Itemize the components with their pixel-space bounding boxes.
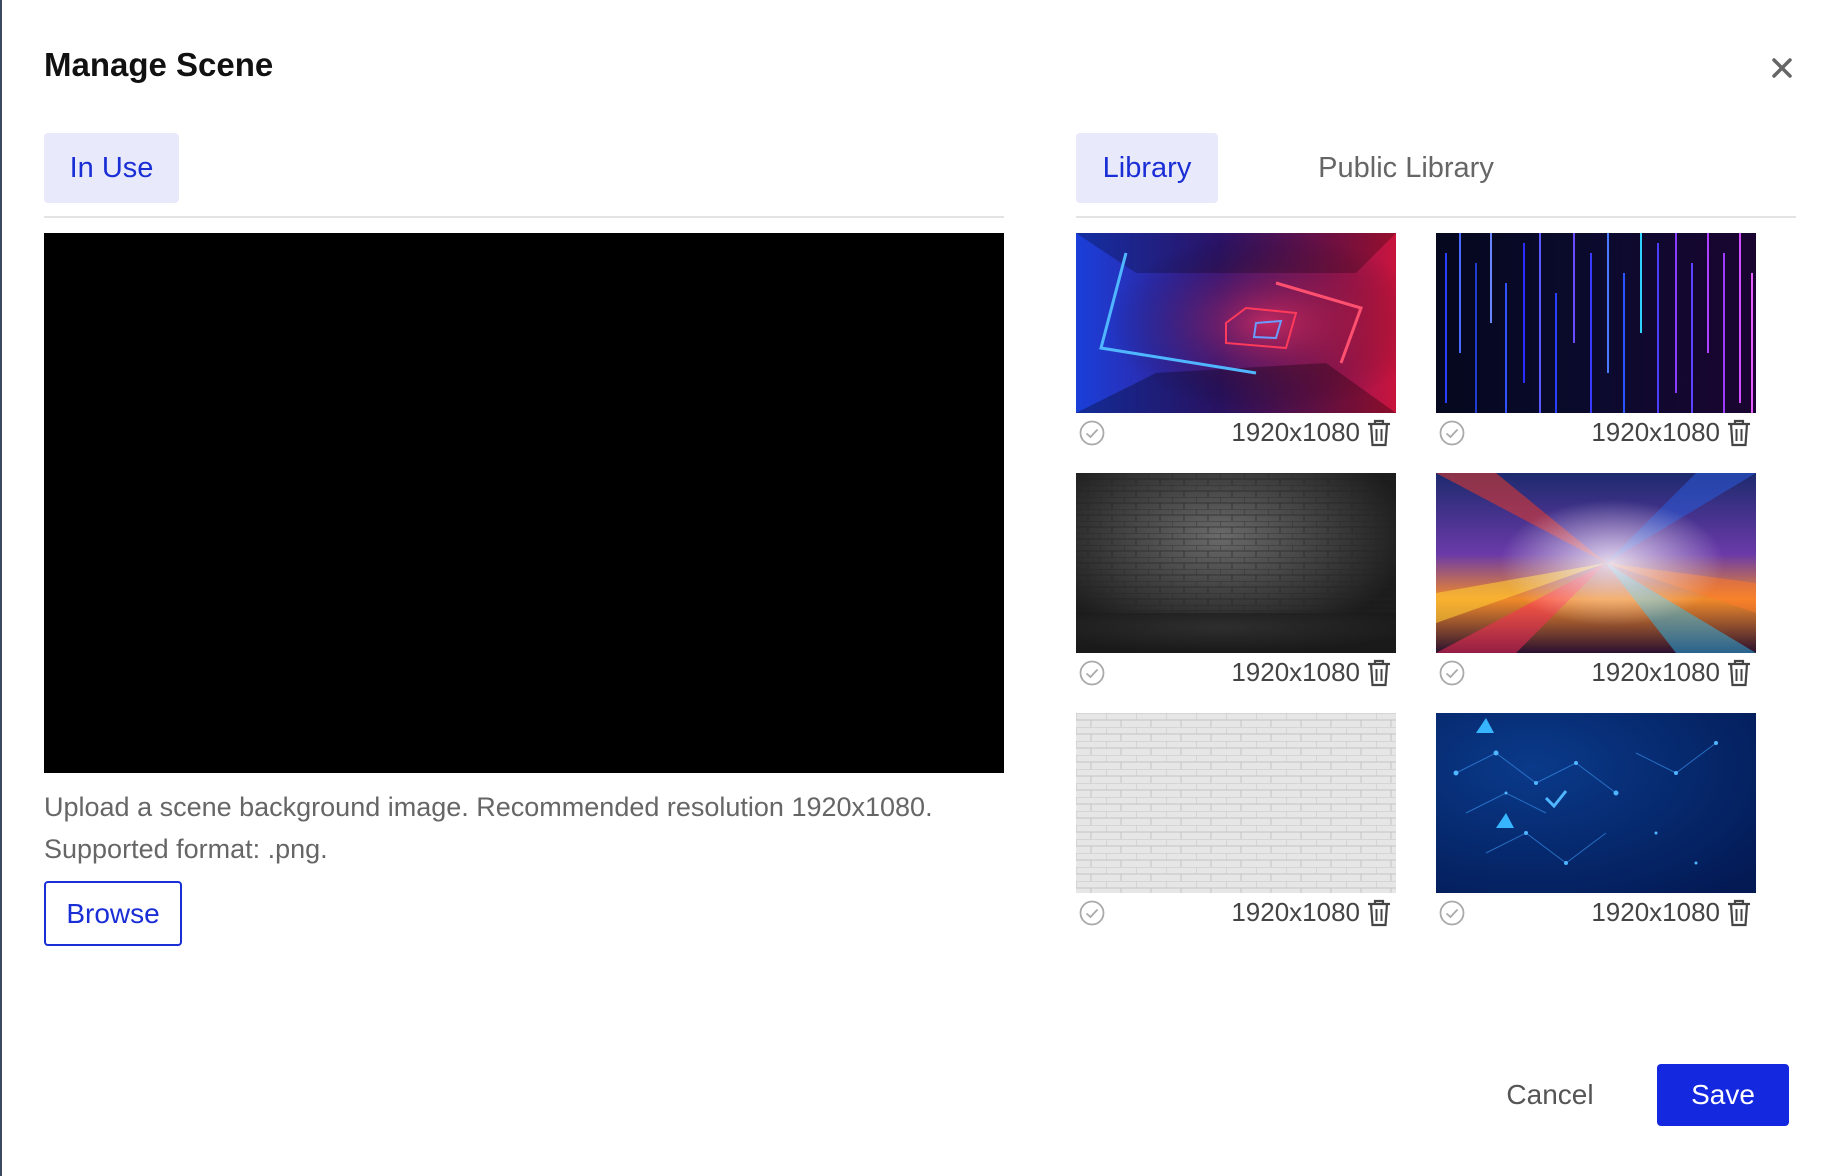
neon-lines-image bbox=[1436, 233, 1756, 413]
tab-in-use[interactable]: In Use bbox=[44, 133, 179, 203]
resolution-label: 1920x1080 bbox=[1231, 417, 1360, 447]
resolution-label: 1920x1080 bbox=[1591, 417, 1720, 447]
library-item: 1920x1080 bbox=[1076, 473, 1396, 695]
check-circle-icon[interactable] bbox=[1438, 899, 1466, 927]
check-circle-icon[interactable] bbox=[1078, 899, 1106, 927]
trash-icon[interactable] bbox=[1726, 898, 1752, 928]
library-thumbnail[interactable] bbox=[1076, 713, 1396, 893]
dialog-title: Manage Scene bbox=[44, 46, 274, 83]
library-thumbnail[interactable] bbox=[1436, 713, 1756, 893]
trash-icon[interactable] bbox=[1366, 898, 1392, 928]
resolution-label: 1920x1080 bbox=[1231, 897, 1360, 927]
resolution-label: 1920x1080 bbox=[1591, 897, 1720, 927]
library-item: 1920x1080 bbox=[1076, 233, 1396, 455]
upload-hint: Upload a scene background image. Recomme… bbox=[44, 786, 1024, 870]
scene-preview bbox=[44, 233, 1004, 773]
upload-hint-line2: Supported format: .png. bbox=[44, 834, 328, 864]
check-circle-icon[interactable] bbox=[1438, 659, 1466, 687]
in-use-tabbar: In Use bbox=[44, 133, 1004, 218]
resolution-label: 1920x1080 bbox=[1591, 657, 1720, 687]
library-item: 1920x1080 bbox=[1436, 713, 1756, 935]
check-circle-icon[interactable] bbox=[1078, 419, 1106, 447]
save-button[interactable]: Save bbox=[1657, 1064, 1789, 1126]
trash-icon[interactable] bbox=[1726, 418, 1752, 448]
close-button[interactable] bbox=[1762, 48, 1802, 88]
resolution-label: 1920x1080 bbox=[1231, 657, 1360, 687]
library-item: 1920x1080 bbox=[1436, 233, 1756, 455]
library-thumbnail[interactable] bbox=[1436, 233, 1756, 413]
library-item: 1920x1080 bbox=[1436, 473, 1756, 695]
close-icon bbox=[1772, 58, 1792, 78]
library-item: 1920x1080 bbox=[1076, 713, 1396, 935]
backdrop-edge bbox=[0, 0, 2, 1176]
library-thumbnail[interactable] bbox=[1436, 473, 1756, 653]
tab-library[interactable]: Library bbox=[1076, 133, 1218, 203]
library-thumbnail[interactable] bbox=[1076, 473, 1396, 653]
white-brick-image bbox=[1076, 713, 1396, 893]
browse-button[interactable]: Browse bbox=[44, 881, 182, 946]
check-circle-icon[interactable] bbox=[1438, 419, 1466, 447]
blue-network-image bbox=[1436, 713, 1756, 893]
trash-icon[interactable] bbox=[1726, 658, 1752, 688]
library-tabbar: Library Public Library bbox=[1076, 133, 1796, 218]
trash-icon[interactable] bbox=[1366, 418, 1392, 448]
check-circle-icon[interactable] bbox=[1078, 659, 1106, 687]
upload-hint-line1: Upload a scene background image. Recomme… bbox=[44, 792, 933, 822]
tab-public-library[interactable]: Public Library bbox=[1286, 133, 1526, 203]
library-thumbnail[interactable] bbox=[1076, 233, 1396, 413]
trash-icon[interactable] bbox=[1366, 658, 1392, 688]
cancel-button[interactable]: Cancel bbox=[1490, 1064, 1610, 1126]
manage-scene-dialog: Manage Scene In Use Upload a scene backg… bbox=[0, 0, 1838, 1176]
neon-tunnel-image bbox=[1076, 233, 1396, 413]
city-lights-image bbox=[1436, 473, 1756, 653]
dark-brick-image bbox=[1076, 473, 1396, 653]
